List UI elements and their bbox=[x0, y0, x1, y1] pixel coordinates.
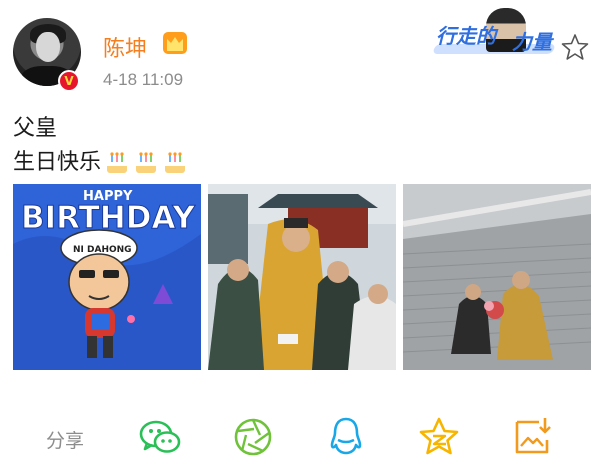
crown-icon bbox=[163, 32, 187, 54]
post-timestamp: 4-18 11:09 bbox=[103, 70, 184, 89]
qq-icon[interactable] bbox=[323, 414, 369, 460]
post-text-line-2: 生日快乐 bbox=[13, 148, 188, 178]
post-text-line-1: 父皇 bbox=[13, 116, 58, 141]
share-bar: 分享 bbox=[0, 408, 600, 464]
birthday-cartoon-illustration: HAPPY BIRTHDAY NI DAHONG bbox=[13, 184, 201, 370]
verified-badge-icon: V bbox=[58, 70, 80, 92]
avatar-face bbox=[36, 32, 60, 62]
post-image-emperor-group[interactable] bbox=[208, 184, 396, 370]
emperor-group-photo bbox=[208, 184, 396, 370]
save-image-icon[interactable] bbox=[509, 414, 555, 460]
share-label: 分享 bbox=[46, 430, 85, 452]
palace-stairs-photo bbox=[403, 184, 591, 370]
banner-text-2: 力量 bbox=[512, 30, 552, 54]
moments-icon[interactable] bbox=[230, 414, 276, 460]
post-image-birthday-cartoon[interactable]: HAPPY BIRTHDAY NI DAHONG bbox=[13, 184, 201, 370]
favorite-star-icon[interactable] bbox=[561, 33, 589, 61]
username[interactable]: 陈坤 bbox=[103, 31, 147, 63]
cake-emoji-icon bbox=[107, 152, 128, 173]
activity-banner[interactable]: 行走的 力量 bbox=[432, 8, 564, 58]
banner-text-1: 行走的 bbox=[436, 24, 496, 48]
qzone-icon[interactable] bbox=[416, 414, 462, 460]
post-image-palace-stairs[interactable] bbox=[403, 184, 591, 370]
wechat-icon[interactable] bbox=[137, 414, 183, 460]
cake-emoji-icon bbox=[165, 152, 186, 173]
post-text-greeting: 生日快乐 bbox=[13, 150, 102, 175]
cake-emoji-icon bbox=[136, 152, 157, 173]
